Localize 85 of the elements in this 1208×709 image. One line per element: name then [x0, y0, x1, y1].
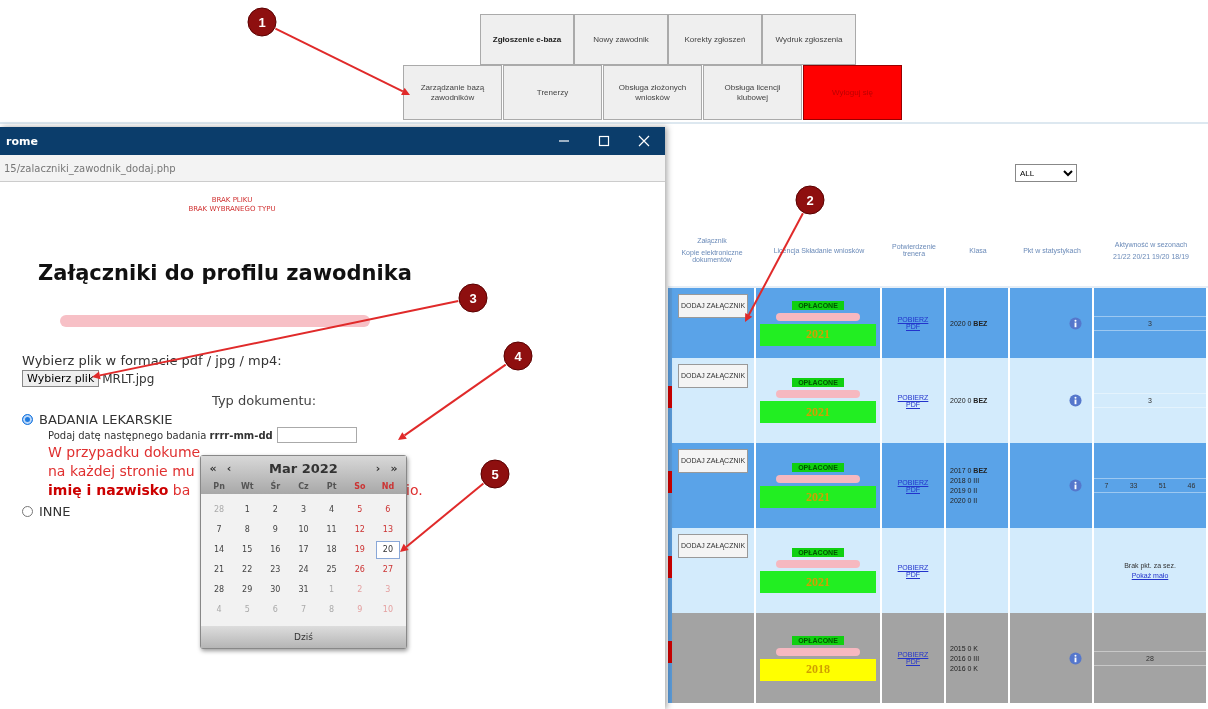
- weekday-label: So: [353, 481, 367, 491]
- weekday-label: Nd: [380, 481, 396, 491]
- calendar-day[interactable]: 12: [347, 522, 372, 538]
- calendar-nav-button[interactable]: »: [386, 461, 402, 475]
- calendar-day[interactable]: 28: [207, 582, 232, 598]
- info-icon[interactable]: [1069, 651, 1082, 665]
- callout-badge: 5: [480, 459, 510, 489]
- calendar-day[interactable]: 4: [319, 502, 344, 518]
- info-icon[interactable]: [1069, 479, 1082, 492]
- calendar-day[interactable]: 23: [263, 562, 288, 578]
- radio-label: INNE: [39, 504, 71, 519]
- window-title: rome: [6, 134, 38, 148]
- menu-button[interactable]: Obsługa złożonych wniosków: [603, 65, 702, 120]
- calendar-day[interactable]: 10: [291, 522, 316, 538]
- page-heading: Załączniki do profilu zawodnika: [38, 261, 413, 285]
- weekday-label: Pn: [212, 481, 226, 491]
- weekday-label: Pt: [325, 481, 338, 491]
- license-year-badge: 2021: [760, 401, 876, 423]
- menu-button[interactable]: Zgłoszenie e-baza: [480, 14, 574, 65]
- calendar-day[interactable]: 3: [291, 502, 316, 518]
- calendar-nav-button[interactable]: «: [205, 461, 221, 475]
- filter-dropdown[interactable]: ALL: [1015, 164, 1077, 182]
- calendar-day[interactable]: 16: [263, 542, 288, 558]
- today-button[interactable]: Dziś: [288, 631, 319, 643]
- calendar-day[interactable]: 5: [347, 502, 372, 518]
- calendar-day[interactable]: 17: [291, 542, 316, 558]
- close-icon[interactable]: [637, 134, 651, 148]
- radio-label: BADANIA LEKARSKIE: [39, 412, 173, 427]
- license-year-badge: 2021: [760, 486, 876, 508]
- calendar-day[interactable]: 31: [291, 582, 316, 598]
- menu-button[interactable]: Nowy zawodnik: [574, 14, 668, 65]
- calendar-day[interactable]: 27: [375, 562, 400, 578]
- license-year-badge: 2021: [760, 323, 876, 346]
- calendar-day[interactable]: 30: [263, 582, 288, 598]
- address-bar[interactable]: 15/zalaczniki_zawodnik_dodaj.php: [0, 155, 665, 182]
- menu-button[interactable]: Korekty zgłoszeń: [668, 14, 762, 65]
- calendar-day[interactable]: 19: [347, 542, 372, 558]
- calendar-day[interactable]: 25: [319, 562, 344, 578]
- calendar-day[interactable]: 9: [263, 522, 288, 538]
- callout-badge: 1: [247, 7, 277, 37]
- date-prompt: Podaj datę następnego badania rrrr-mm-dd: [48, 429, 273, 441]
- calendar-day[interactable]: 7: [207, 522, 232, 538]
- date-field[interactable]: [276, 427, 357, 443]
- calendar-day[interactable]: 14: [207, 542, 232, 558]
- license-year-badge: 2021: [760, 571, 876, 593]
- document-type-label: Typ dokumentu:: [212, 393, 318, 408]
- warning-text: W przypadku dokume: [48, 443, 200, 462]
- menu-button[interactable]: Trenerzy: [503, 65, 602, 120]
- calendar-day[interactable]: 29: [235, 582, 260, 598]
- info-icon[interactable]: [1069, 394, 1082, 407]
- radio-button[interactable]: [22, 414, 33, 425]
- maximize-icon[interactable]: [597, 134, 611, 148]
- calendar-day[interactable]: 8: [235, 522, 260, 538]
- calendar-day[interactable]: 13: [375, 522, 400, 538]
- warning-text: na każdej stronie mu: [48, 462, 196, 481]
- weekday-label: Śr: [269, 481, 282, 491]
- calendar-day[interactable]: 15: [235, 542, 260, 558]
- callout-badge: 2: [795, 185, 825, 215]
- callout-badge: 3: [458, 283, 488, 313]
- menu-button[interactable]: Zarządzanie bazą zawodników: [403, 65, 502, 120]
- weekday-label: Cz: [297, 481, 310, 491]
- menu-button[interactable]: Obsługa licencji klubowej: [703, 65, 802, 120]
- info-icon[interactable]: [1069, 316, 1082, 330]
- radio-button[interactable]: [22, 506, 33, 517]
- calendar-day[interactable]: 22: [235, 562, 260, 578]
- calendar-day[interactable]: 24: [291, 562, 316, 578]
- warning-text: imię i nazwisko ba: [48, 481, 192, 500]
- callout-badge: 4: [503, 341, 533, 371]
- calendar-day[interactable]: 6: [375, 502, 400, 518]
- calendar-day[interactable]: 21: [207, 562, 232, 578]
- calendar-day[interactable]: 26: [347, 562, 372, 578]
- menu-button[interactable]: Wydruk zgłoszenia: [762, 14, 856, 65]
- file-name: MRLT.jpg: [102, 371, 155, 386]
- calendar-day[interactable]: 18: [319, 542, 344, 558]
- weekday-label: Wt: [239, 481, 255, 491]
- calendar-month: Mar 2022: [268, 460, 339, 476]
- calendar-day[interactable]: 20: [375, 541, 400, 559]
- calendar-day[interactable]: 2: [263, 502, 288, 518]
- calendar-day[interactable]: 11: [319, 522, 344, 538]
- choose-file-button[interactable]: Wybierz plik: [22, 370, 100, 387]
- calendar-nav-button[interactable]: ›: [370, 461, 386, 475]
- license-year-badge: 2018: [760, 658, 876, 681]
- calendar-nav-button[interactable]: ‹: [221, 461, 237, 475]
- calendar-day[interactable]: 1: [235, 502, 260, 518]
- warning-text: io.: [406, 481, 423, 500]
